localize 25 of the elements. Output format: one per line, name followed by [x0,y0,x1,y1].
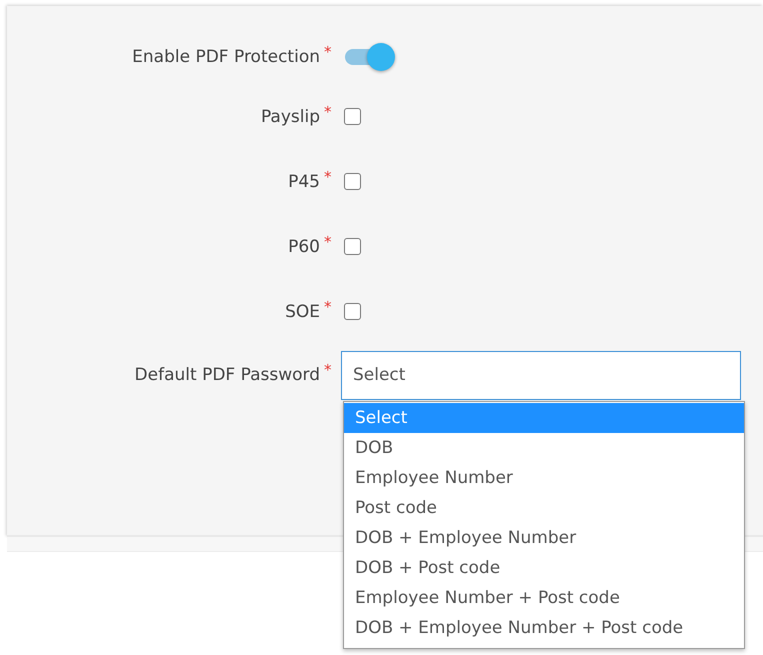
field-label: Payslip [260,106,320,126]
field-label: SOE [285,302,320,322]
dropdown-option[interactable]: Employee Number + Post code [344,582,744,612]
required-mark: * [324,361,332,379]
required-mark: * [324,168,332,186]
checkbox[interactable] [344,238,361,255]
checkbox[interactable] [344,303,361,320]
required-mark: * [324,298,332,316]
select-field[interactable]: Select [341,350,741,400]
field-label: P45 [288,172,320,192]
dropdown-option[interactable]: DOB + Employee Number [344,522,744,552]
checkbox[interactable] [344,173,361,190]
field-label: P60 [288,236,320,256]
required-mark: * [324,42,332,60]
dropdown-option[interactable]: DOB + Employee Number + Post code [344,612,744,642]
field-label: Default PDF Password [134,365,320,385]
required-mark: * [324,232,332,250]
dropdown-option[interactable]: Employee Number [344,462,744,492]
field-label: Enable PDF Protection [132,46,320,66]
dropdown-option[interactable]: DOB + Post code [344,552,744,582]
dropdown-option[interactable]: Post code [344,492,744,522]
checkbox[interactable] [344,108,361,125]
dropdown-option[interactable]: DOB [344,432,744,462]
toggle-switch[interactable] [343,42,395,70]
required-mark: * [324,102,332,120]
